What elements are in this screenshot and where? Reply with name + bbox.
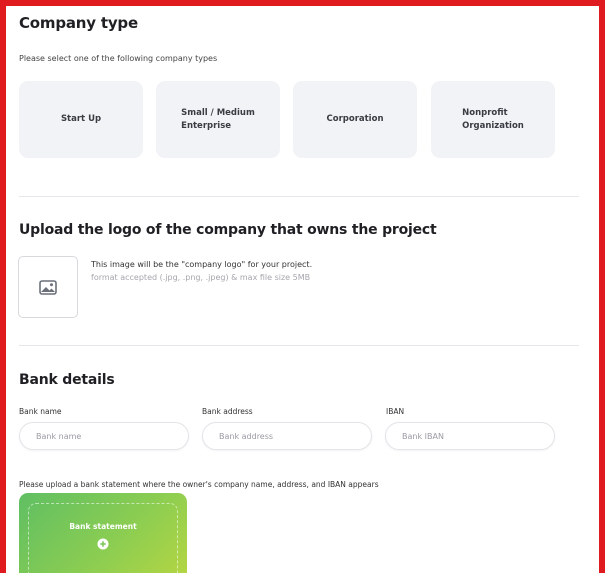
iban-label: IBAN	[386, 407, 405, 416]
bank-address-input[interactable]: Bank address	[202, 422, 372, 450]
bank-name-label: Bank name	[19, 407, 62, 416]
logo-upload-box[interactable]	[18, 256, 78, 318]
bank-statement-label: Bank statement	[69, 522, 137, 531]
image-icon	[39, 279, 57, 295]
option-label: Corporation	[326, 114, 384, 125]
bank-details-title: Bank details	[19, 372, 115, 388]
company-type-option-sme[interactable]: Small / Medium Enterprise	[156, 81, 280, 158]
section-divider	[19, 196, 579, 197]
bank-address-label: Bank address	[202, 407, 253, 416]
company-type-option-corporation[interactable]: Corporation	[293, 81, 417, 158]
option-label: Start Up	[60, 114, 102, 125]
company-type-title: Company type	[19, 14, 138, 32]
form-frame: Company type Please select one of the fo…	[0, 0, 605, 573]
bank-name-input[interactable]: Bank name	[19, 422, 189, 450]
iban-input[interactable]: Bank IBAN	[385, 422, 555, 450]
option-label-line2: Enterprise	[181, 120, 232, 131]
logo-upload-title: Upload the logo of the company that owns…	[19, 222, 437, 238]
bank-statement-hint: Please upload a bank statement where the…	[19, 480, 379, 489]
plus-circle-icon	[97, 538, 109, 550]
section-divider	[19, 345, 579, 346]
company-type-option-nonprofit[interactable]: Nonprofit Organization	[431, 81, 555, 158]
logo-format-hint: format accepted (.jpg, .png, .jpeg) & ma…	[91, 273, 311, 282]
bank-statement-upload-button[interactable]: Bank statement	[19, 493, 187, 573]
option-label-line1: Small / Medium	[181, 108, 255, 119]
option-label-line1: Nonprofit	[462, 108, 508, 119]
option-label-line2: Organization	[462, 120, 524, 131]
logo-description: This image will be the "company logo" fo…	[91, 260, 313, 269]
company-type-subtitle: Please select one of the following compa…	[19, 54, 218, 63]
company-type-option-startup[interactable]: Start Up	[19, 81, 143, 158]
